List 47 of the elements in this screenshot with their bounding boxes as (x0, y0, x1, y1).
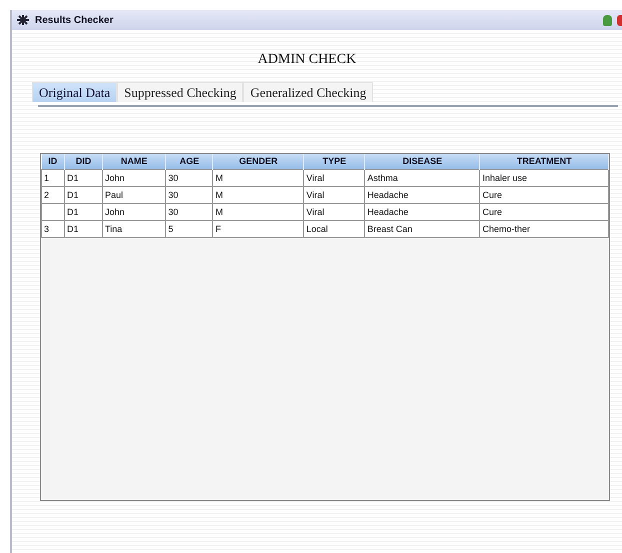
table-cell: 30 (166, 186, 213, 203)
table-cell: John (102, 169, 166, 186)
table-cell: 5 (166, 220, 213, 237)
table-cell: Cure (480, 186, 608, 203)
column-header[interactable]: DID (64, 154, 103, 169)
table-cell: M (212, 203, 304, 220)
table-cell: Headache (364, 203, 480, 220)
table-cell: 30 (166, 169, 213, 186)
table-cell: 30 (166, 203, 213, 220)
table-cell: Headache (364, 186, 480, 203)
table-cell: Asthma (364, 169, 480, 186)
column-header[interactable]: DISEASE (364, 154, 480, 169)
column-header[interactable]: AGE (166, 154, 213, 169)
table-cell: Viral (304, 186, 365, 203)
app-icon (16, 14, 30, 26)
window-title: Results Checker (35, 14, 114, 26)
table-cell: Viral (304, 203, 365, 220)
table-cell: M (212, 186, 304, 203)
table-cell: M (212, 169, 304, 186)
table-cell: 3 (42, 220, 65, 237)
column-header[interactable]: NAME (102, 154, 166, 169)
table-cell: D1 (64, 169, 103, 186)
close-icon[interactable] (617, 14, 622, 26)
table-cell: D1 (64, 220, 103, 237)
tab[interactable]: Original Data (32, 82, 118, 102)
table-cell: 1 (42, 169, 65, 186)
table-cell: Cure (480, 203, 608, 220)
column-header[interactable]: TREATMENT (480, 154, 608, 169)
table-cell: 2 (42, 186, 65, 203)
table-cell: Chemo-ther (480, 220, 608, 237)
column-header[interactable]: ID (42, 154, 65, 169)
table-cell: Inhaler use (480, 169, 608, 186)
tab[interactable]: Suppressed Checking (117, 82, 244, 102)
table-cell: D1 (64, 186, 103, 203)
table-cell: Local (304, 220, 365, 237)
table-cell: F (212, 220, 304, 237)
table-cell: Breast Can (364, 220, 480, 237)
minimize-icon[interactable] (603, 14, 612, 26)
table-cell: D1 (64, 203, 103, 220)
column-header[interactable]: TYPE (304, 154, 365, 169)
tab[interactable]: Generalized Checking (243, 82, 374, 102)
column-header[interactable]: GENDER (212, 154, 304, 169)
page-heading: ADMIN CHECK (258, 52, 356, 68)
table-cell: Viral (304, 169, 365, 186)
table-cell: Paul (102, 186, 166, 203)
table-cell: John (102, 203, 166, 220)
table-cell: Tina (102, 220, 166, 237)
